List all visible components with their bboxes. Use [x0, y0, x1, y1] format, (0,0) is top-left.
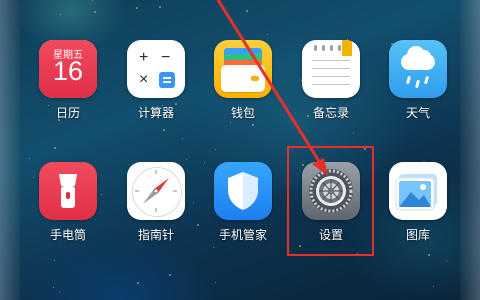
pointer-arrow — [216, 0, 328, 176]
